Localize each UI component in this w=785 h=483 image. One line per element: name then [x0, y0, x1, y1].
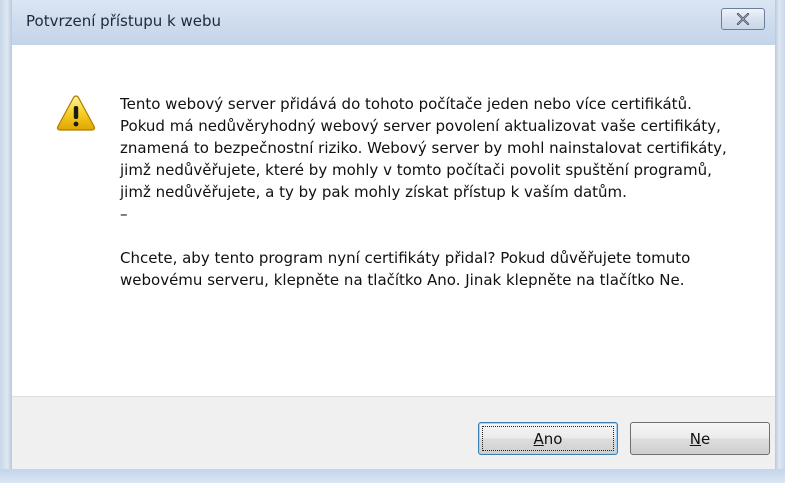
dialog-window: Potvrzení přístupu k webu Tento webový s… — [0, 0, 785, 483]
yes-button[interactable]: Ano — [478, 422, 618, 455]
button-bar: Ano Ne — [12, 396, 775, 469]
close-button[interactable] — [721, 8, 765, 30]
window-frame-bottom — [0, 469, 785, 483]
dialog-content: Tento webový server přidává do tohoto po… — [12, 45, 775, 396]
window-title: Potvrzení přístupu k webu — [26, 12, 221, 30]
close-icon — [736, 13, 750, 25]
message-paragraph-2: Chcete, aby tento program nyní certifiká… — [120, 249, 691, 289]
message-dash: – — [120, 205, 128, 223]
message-text: Tento webový server přidává do tohoto po… — [120, 93, 730, 291]
yes-button-label: Ano — [533, 429, 563, 448]
title-bar[interactable]: Potvrzení přístupu k webu — [12, 0, 775, 45]
no-button[interactable]: Ne — [630, 422, 770, 455]
message-paragraph-1: Tento webový server přidává do tohoto po… — [120, 95, 727, 201]
no-button-label: Ne — [689, 429, 711, 448]
window-frame-right — [775, 0, 785, 483]
window-frame-left — [0, 0, 12, 483]
warning-icon — [56, 95, 96, 131]
